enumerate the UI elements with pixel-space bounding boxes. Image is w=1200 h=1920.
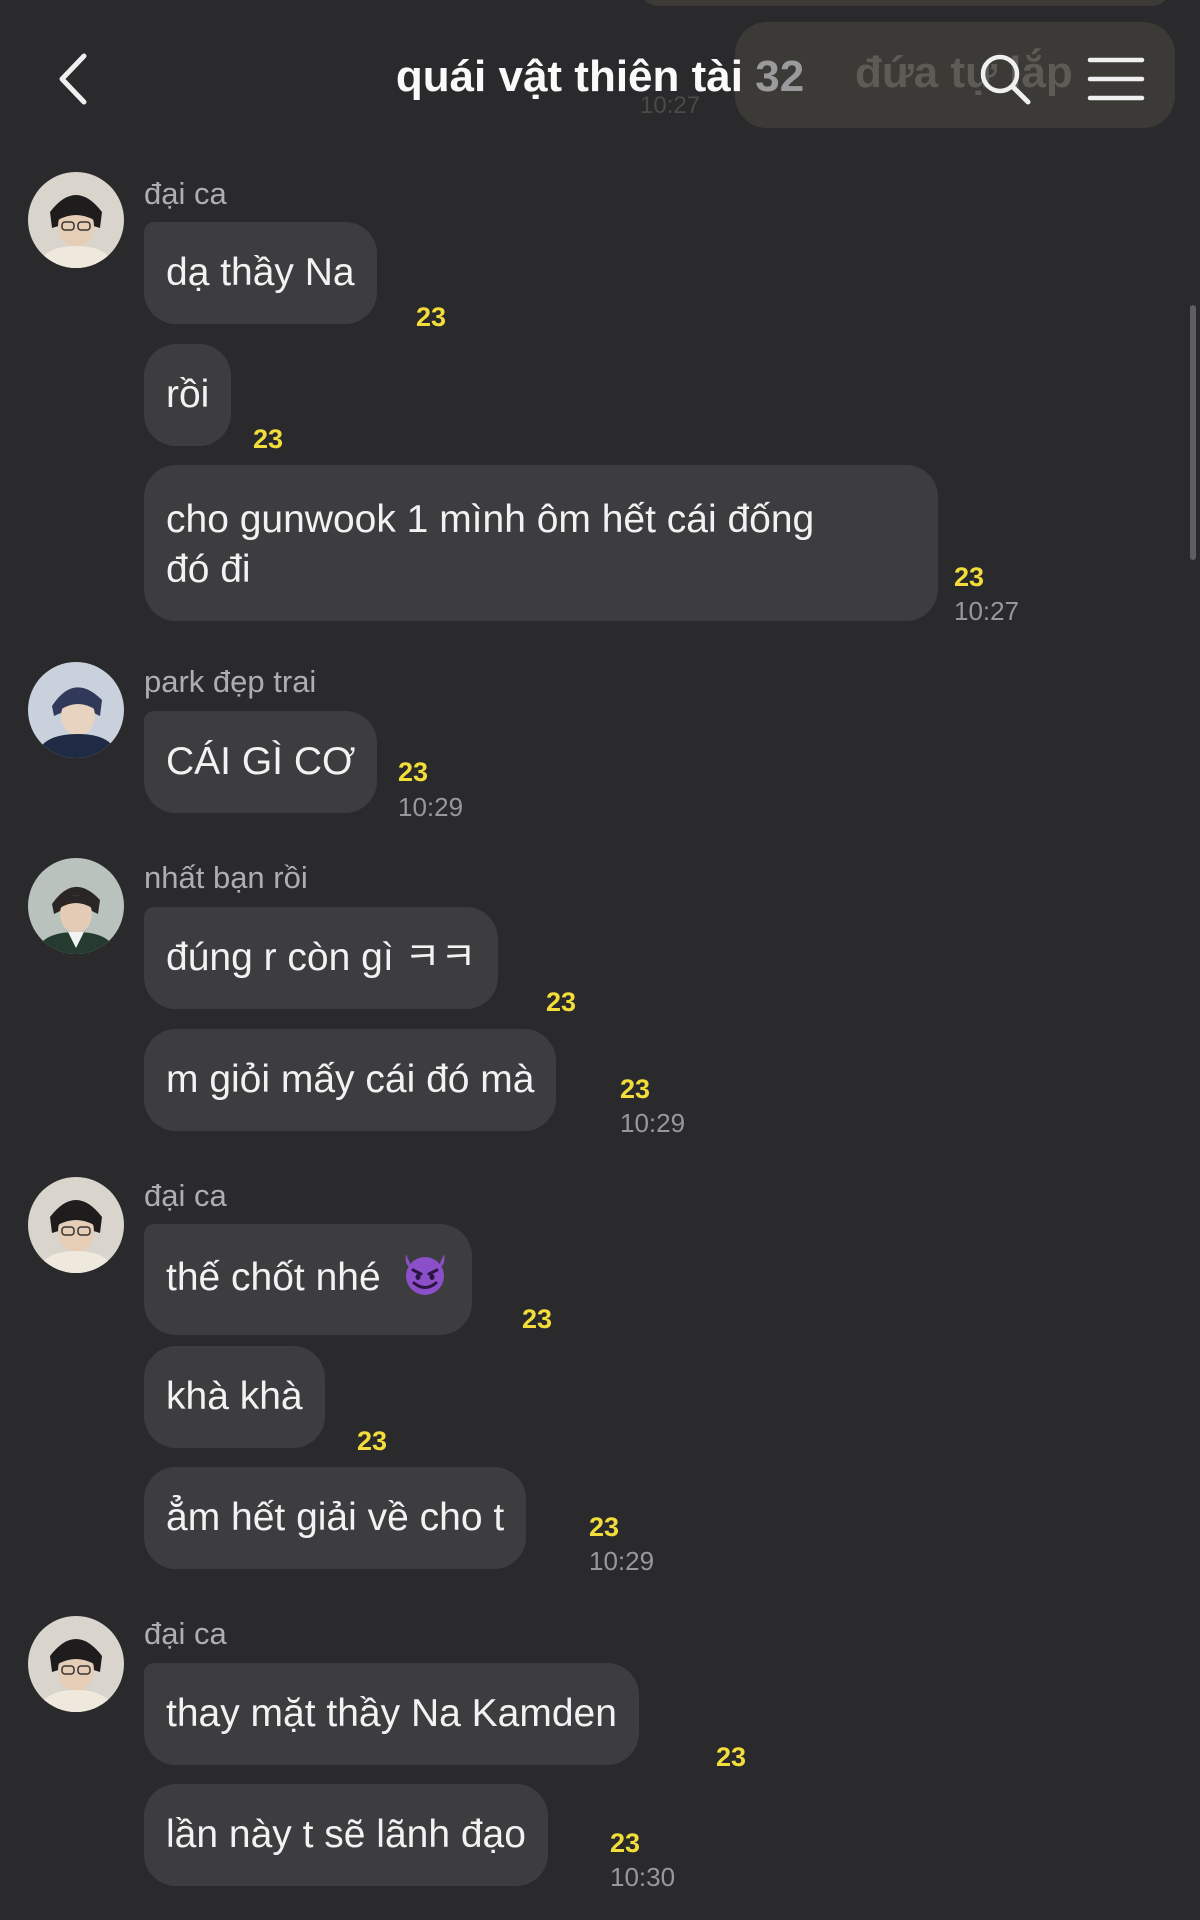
background-message-bubble <box>640 0 1170 6</box>
message-bubble[interactable]: CÁI GÌ CƠ <box>144 711 378 813</box>
avatar[interactable] <box>28 1616 124 1712</box>
message-text-line: đó đi <box>166 548 251 591</box>
message-text: CÁI GÌ CƠ <box>166 740 356 783</box>
avatar[interactable] <box>28 662 124 758</box>
message-bubble[interactable]: rồi <box>144 344 232 446</box>
message-text: lần này t sẽ lãnh đạo <box>166 1813 526 1856</box>
message-text-line: cho gunwook 1 mình ôm hết cái đống <box>166 498 815 541</box>
message-time: 10:29 <box>620 1108 686 1138</box>
message-text: m giỏi mấy cái đó mà <box>166 1058 535 1101</box>
avatar-park-dep-trai-icon <box>28 662 124 758</box>
unread-count: 23 <box>610 1828 641 1858</box>
message-bubble[interactable]: m giỏi mấy cái đó mà <box>144 1029 557 1131</box>
unread-count: 23 <box>398 757 429 787</box>
unread-count: 23 <box>416 302 447 332</box>
unread-count: 23 <box>522 1304 553 1334</box>
message-text: dạ thầy Na <box>166 251 355 294</box>
unread-count: 23 <box>357 1426 388 1456</box>
sender-name: đại ca <box>144 1616 227 1651</box>
message-bubble[interactable]: cho gunwook 1 mình ôm hết cái đống đó đi <box>144 465 938 621</box>
avatar-dai-ca-icon <box>28 1616 124 1712</box>
avatar[interactable] <box>28 1177 124 1273</box>
message-text: rồi <box>166 373 210 416</box>
menu-button[interactable] <box>1086 54 1146 104</box>
avatar[interactable] <box>28 172 124 268</box>
unread-count: 23 <box>546 987 577 1017</box>
message-time: 10:29 <box>589 1546 655 1576</box>
menu-icon <box>1087 57 1145 101</box>
unread-count: 23 <box>253 424 284 454</box>
message-bubble[interactable]: thay mặt thầy Na Kamden <box>144 1663 639 1765</box>
scrollbar[interactable] <box>1190 305 1196 560</box>
search-button[interactable] <box>976 50 1036 110</box>
message-time: 10:27 <box>954 596 1020 626</box>
message-bubble[interactable]: dạ thầy Na <box>144 222 377 324</box>
message-bubble[interactable]: thế chốt nhé <box>144 1224 472 1335</box>
message-bubble[interactable]: khà khà <box>144 1346 325 1448</box>
unread-count: 23 <box>620 1074 651 1104</box>
message-bubble[interactable]: ẳm hết giải về cho t <box>144 1467 527 1569</box>
unread-count: 23 <box>589 1512 620 1542</box>
avatar[interactable] <box>28 858 124 954</box>
chat-header: đứa tự lắp 10:27 quái vật thiên tài 32 <box>0 0 1200 165</box>
avatar-nhat-ban-roi-icon <box>28 858 124 954</box>
sender-name: đại ca <box>144 176 227 211</box>
message-text: khà khà <box>166 1375 303 1418</box>
avatar-dai-ca-icon <box>28 172 124 268</box>
chat-title-name: quái vật thiên tài <box>395 52 743 101</box>
message-time: 10:30 <box>610 1862 676 1892</box>
unread-count: 23 <box>716 1742 747 1772</box>
message-text: đúng r còn gì ㅋㅋ <box>166 936 477 979</box>
message-bubble[interactable]: lần này t sẽ lãnh đạo <box>144 1784 548 1886</box>
message-text: thay mặt thầy Na Kamden <box>166 1692 617 1735</box>
member-count: 32 <box>755 52 805 101</box>
message-text: thế chốt nhé <box>166 1256 381 1299</box>
search-icon <box>980 54 1031 105</box>
sender-name: park đẹp trai <box>144 664 317 699</box>
sender-name: nhất bạn rồi <box>144 860 308 895</box>
message-time: 10:29 <box>398 792 464 822</box>
avatar-dai-ca-icon <box>28 1177 124 1273</box>
unread-count: 23 <box>954 562 985 592</box>
sender-name: đại ca <box>144 1178 227 1213</box>
message-bubble[interactable]: đúng r còn gì ㅋㅋ <box>144 907 499 1009</box>
message-text: ẳm hết giải về cho t <box>166 1496 505 1539</box>
devil-emoji-icon <box>400 1250 450 1309</box>
